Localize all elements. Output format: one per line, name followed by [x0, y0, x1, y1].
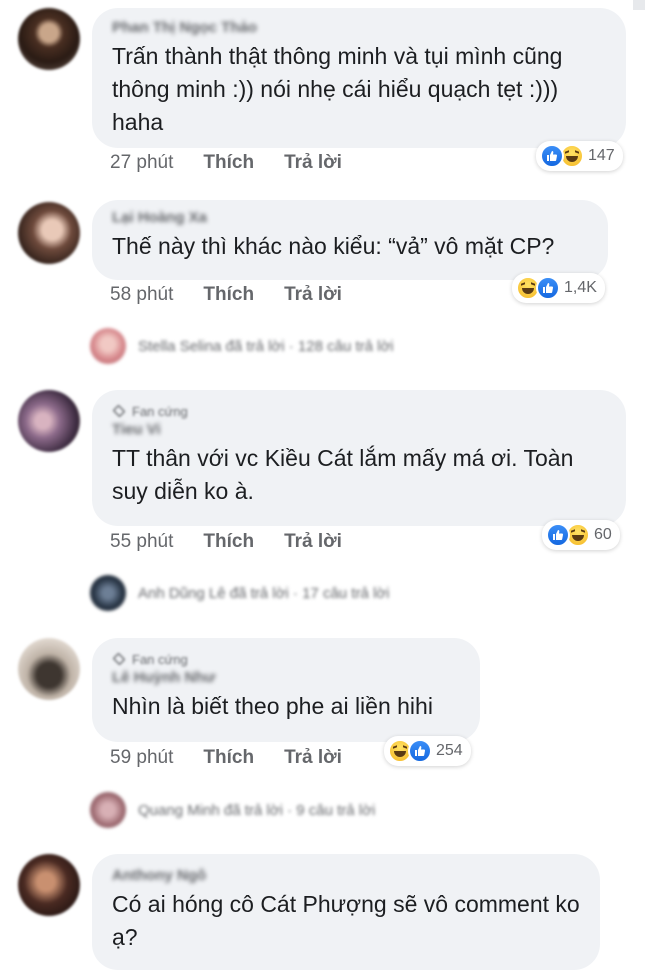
comment-bubble: Fan cứng Tieu Vi TT thân với vc Kiều Cát… — [92, 390, 626, 526]
like-icon — [546, 523, 570, 547]
comment-time[interactable]: 59 phút — [110, 747, 173, 769]
avatar[interactable] — [18, 638, 80, 700]
reply-button[interactable]: Trả lời — [284, 531, 342, 553]
comment-bubble: Lại Hoàng Xa Thế này thì khác nào kiểu: … — [92, 200, 608, 280]
comment-text: Thế này thì khác nào kiểu: “vả” vô mặt C… — [112, 233, 555, 259]
like-icon — [536, 276, 560, 300]
avatar[interactable] — [18, 854, 80, 916]
comment-time[interactable]: 58 phút — [110, 284, 173, 306]
reaction-summary[interactable]: 60 — [542, 520, 620, 550]
avatar — [90, 328, 126, 364]
reaction-summary[interactable]: 1,4K — [512, 273, 605, 303]
like-button[interactable]: Thích — [203, 747, 254, 769]
fan-badge: Fan cứng — [112, 402, 606, 420]
like-button[interactable]: Thích — [203, 531, 254, 553]
like-icon — [408, 739, 432, 763]
reaction-count: 147 — [588, 147, 615, 164]
diamond-icon — [112, 652, 126, 666]
reaction-count: 254 — [436, 742, 463, 759]
reaction-summary[interactable]: 254 — [384, 736, 471, 766]
commenter-name[interactable]: Anthony Ngô — [112, 866, 580, 886]
reaction-count: 60 — [594, 526, 612, 543]
comment-time[interactable]: 27 phút — [110, 152, 173, 174]
commenter-name[interactable]: Tieu Vi — [112, 420, 606, 440]
comment-actions: 55 phút Thích Trả lời — [110, 531, 342, 553]
avatar[interactable] — [18, 390, 80, 452]
avatar — [90, 792, 126, 828]
replies-summary[interactable]: Stella Selina đã trả lời · 128 câu trả l… — [138, 338, 394, 355]
avatar — [90, 575, 126, 611]
comment-text: Nhìn là biết theo phe ai liền hihi — [112, 693, 433, 719]
comment-text: Có ai hóng cô Cát Phượng sẽ vô comment k… — [112, 891, 580, 950]
fan-badge: Fan cứng — [112, 650, 460, 668]
comment-bubble: Fan cứng Lê Huỳnh Như Nhìn là biết theo … — [92, 638, 480, 742]
avatar[interactable] — [18, 202, 80, 264]
view-replies-link[interactable]: Quang Minh đã trả lời · 9 câu trả lời — [90, 790, 375, 830]
reaction-summary[interactable]: 147 — [536, 141, 623, 171]
comment-text: TT thân với vc Kiều Cát lắm mấy má ơi. T… — [112, 445, 574, 504]
replies-summary[interactable]: Quang Minh đã trả lời · 9 câu trả lời — [138, 802, 375, 819]
comment-actions: 59 phút Thích Trả lời — [110, 747, 342, 769]
commenter-name[interactable]: Lại Hoàng Xa — [112, 208, 588, 228]
replies-summary[interactable]: Anh Dũng Lê đã trả lời · 17 câu trả lời — [138, 585, 389, 602]
reply-button[interactable]: Trả lời — [284, 747, 342, 769]
like-button[interactable]: Thích — [203, 284, 254, 306]
comment-text: Trấn thành thật thông minh và tụi mình c… — [112, 43, 563, 135]
badge-label: Fan cứng — [132, 651, 188, 667]
reaction-count: 1,4K — [564, 279, 597, 296]
commenter-name[interactable]: Phan Thị Ngọc Thảo — [112, 18, 606, 38]
commenter-name[interactable]: Lê Huỳnh Như — [112, 668, 460, 688]
like-icon — [540, 144, 564, 168]
comment-actions: 58 phút Thích Trả lời — [110, 284, 342, 306]
badge-label: Fan cứng — [132, 403, 188, 419]
reply-button[interactable]: Trả lời — [284, 152, 342, 174]
avatar[interactable] — [18, 8, 80, 70]
comment-actions: 27 phút Thích Trả lời — [110, 152, 342, 174]
view-replies-link[interactable]: Stella Selina đã trả lời · 128 câu trả l… — [90, 326, 394, 366]
diamond-icon — [112, 404, 126, 418]
scroll-edge — [633, 0, 645, 10]
view-replies-link[interactable]: Anh Dũng Lê đã trả lời · 17 câu trả lời — [90, 573, 389, 613]
comment-time[interactable]: 55 phút — [110, 531, 173, 553]
comment-bubble: Phan Thị Ngọc Thảo Trấn thành thật thông… — [92, 8, 626, 148]
like-button[interactable]: Thích — [203, 152, 254, 174]
reply-button[interactable]: Trả lời — [284, 284, 342, 306]
